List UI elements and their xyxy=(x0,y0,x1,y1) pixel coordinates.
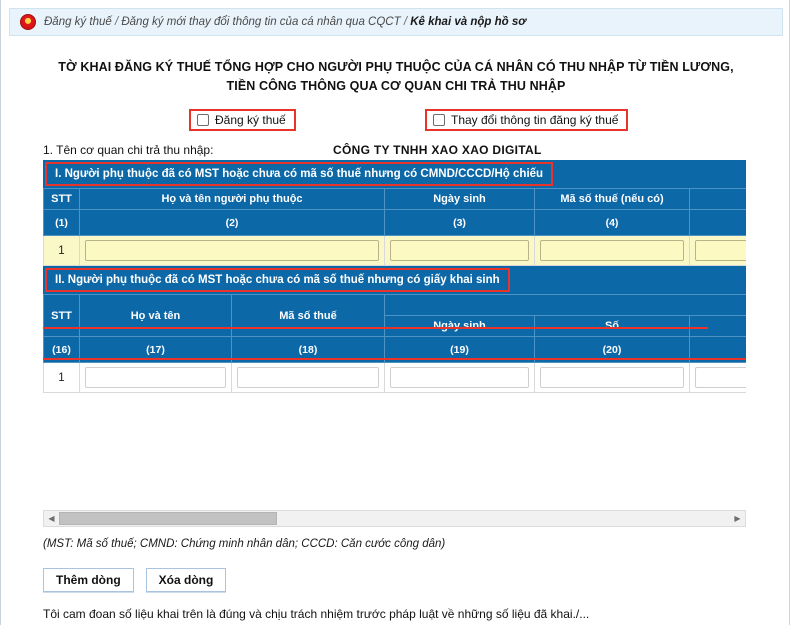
input-bc-tax-code[interactable] xyxy=(237,367,379,388)
table-2-col-so: Số xyxy=(535,316,690,337)
breadcrumb-item-dang-ky-moi[interactable]: Đăng ký mới thay đổi thông tin của cá nh… xyxy=(121,16,400,28)
section-1-heading: I. Người phụ thuộc đã có MST hoặc chưa c… xyxy=(45,162,553,186)
table-1-number-row: (1) (2) (3) (4) (5) xyxy=(44,210,747,236)
checkbox-group-thay-doi-thong-tin[interactable]: Thay đổi thông tin đăng ký thuế xyxy=(425,109,628,131)
chevron-left-icon[interactable]: ◀ xyxy=(44,511,59,526)
table-2-row-1-dob-cell xyxy=(385,363,535,393)
table-2-col-tax-code: Mã số thuế xyxy=(232,295,385,337)
breadcrumb-current-page: Kê khai và nộp hồ sơ xyxy=(410,16,526,28)
table-1-col-tax-code: Mã số thuế (nếu có) xyxy=(535,189,690,210)
table-2-row-1-name-cell xyxy=(80,363,232,393)
delete-row-button[interactable]: Xóa dòng xyxy=(146,568,227,592)
annotation-underline-section-2 xyxy=(43,358,746,360)
checkbox-label-dang-ky-thue: Đăng ký thuế xyxy=(215,113,286,127)
table-2-row-1-so-cell xyxy=(535,363,690,393)
input-dependent-name[interactable] xyxy=(85,240,379,261)
input-bc-so[interactable] xyxy=(540,367,684,388)
input-dependent-tax-code[interactable] xyxy=(540,240,684,261)
table-1-row-1-tax-cell xyxy=(535,236,690,266)
table-1-header-row: STT Họ và tên người phụ thuộc Ngày sinh … xyxy=(44,189,747,210)
input-dependent-dob[interactable] xyxy=(390,240,529,261)
table-2-col-group-birth-cert xyxy=(385,295,747,316)
section-2-heading-row: II. Người phụ thuộc đã có MST hoặc chưa … xyxy=(43,266,746,294)
table-1-col-name: Họ và tên người phụ thuộc xyxy=(80,189,385,210)
table-1-num-1: (1) xyxy=(44,210,80,236)
scrollbar-track[interactable] xyxy=(59,511,730,526)
table-1-col-stt: STT xyxy=(44,189,80,210)
checkbox-group-dang-ky-thue[interactable]: Đăng ký thuế xyxy=(189,109,296,131)
national-emblem-icon xyxy=(20,14,36,30)
breadcrumb: Đăng ký thuế / Đăng ký mới thay đổi thôn… xyxy=(9,8,783,36)
checkbox-thay-doi-thong-tin[interactable] xyxy=(433,114,445,126)
scrollbar-thumb[interactable] xyxy=(59,512,277,525)
declaration-type-row: Đăng ký thuế Thay đổi thông tin đăng ký … xyxy=(1,109,790,135)
table-2-col-quyen-so: Quyển số xyxy=(690,316,747,337)
table-section-2: STT Họ và tên Mã số thuế Ngày sinh Số Qu… xyxy=(43,294,746,393)
table-section-1: STT Họ và tên người phụ thuộc Ngày sinh … xyxy=(43,188,746,266)
section-1-heading-row: I. Người phụ thuộc đã có MST hoặc chưa c… xyxy=(43,160,746,188)
breadcrumb-item-dang-ky-thue[interactable]: Đăng ký thuế xyxy=(44,16,112,28)
table-1-row-1-dob-cell xyxy=(385,236,535,266)
table-row: 1 xyxy=(44,363,747,393)
table-1-num-5: (5) xyxy=(690,210,747,236)
input-dependent-nationality[interactable] xyxy=(695,240,746,261)
table-1-num-3: (3) xyxy=(385,210,535,236)
table-1-num-2: (2) xyxy=(80,210,385,236)
input-bc-quyen-so[interactable] xyxy=(695,367,746,388)
table-1-col-dob: Ngày sinh xyxy=(385,189,535,210)
table-2-row-1-quyen-cell xyxy=(690,363,747,393)
table-2-col-name: Họ và tên xyxy=(80,295,232,337)
page-title-line-2: QUA CƠ QUAN CHI TRẢ THU NHẬP xyxy=(350,79,566,93)
breadcrumb-separator-2: / xyxy=(401,16,411,28)
table-2-header-row-top: STT Họ và tên Mã số thuế xyxy=(44,295,747,316)
tables-horizontal-scrollbar[interactable]: ◀ ▶ xyxy=(43,510,746,527)
input-bc-name[interactable] xyxy=(85,367,226,388)
chevron-right-icon[interactable]: ▶ xyxy=(730,511,745,526)
declaration-text: Tôi cam đoan số liệu khai trên là đúng v… xyxy=(43,607,589,621)
breadcrumb-trail: Đăng ký thuế / Đăng ký mới thay đổi thôn… xyxy=(44,16,526,28)
table-1-row-1-stt: 1 xyxy=(44,236,80,266)
checkbox-dang-ky-thue[interactable] xyxy=(197,114,209,126)
table-1-col-nationality: Quốc tịch xyxy=(690,189,747,210)
table-2-col-stt: STT xyxy=(44,295,80,337)
annotation-underline-section-1 xyxy=(43,327,708,329)
table-2-row-1-stt: 1 xyxy=(44,363,80,393)
row-action-buttons: Thêm dòng Xóa dòng xyxy=(43,568,226,592)
table-1-num-4: (4) xyxy=(535,210,690,236)
table-2-row-1-tax-cell xyxy=(232,363,385,393)
checkbox-label-thay-doi-thong-tin: Thay đổi thông tin đăng ký thuế xyxy=(451,113,618,127)
add-row-button[interactable]: Thêm dòng xyxy=(43,568,134,592)
breadcrumb-separator-1: / xyxy=(112,16,122,28)
page-root: Đăng ký thuế / Đăng ký mới thay đổi thôn… xyxy=(0,0,790,625)
table-1-row-1-nationality-cell xyxy=(690,236,747,266)
table-1-row-1-name-cell xyxy=(80,236,385,266)
page-title: TỜ KHAI ĐĂNG KÝ THUẾ TỔNG HỢP CHO NGƯỜI … xyxy=(43,58,749,97)
section-2-heading: II. Người phụ thuộc đã có MST hoặc chưa … xyxy=(45,268,510,292)
info-value-company: CÔNG TY TNHH XAO XAO DIGITAL xyxy=(333,143,542,157)
table-2-col-dob: Ngày sinh xyxy=(385,316,535,337)
input-bc-dob[interactable] xyxy=(390,367,529,388)
info-label-company: 1. Tên cơ quan chi trả thu nhập: xyxy=(43,143,333,157)
table-row: 1 xyxy=(44,236,747,266)
legend-note: (MST: Mã số thuế; CMND: Chứng minh nhân … xyxy=(43,538,445,550)
